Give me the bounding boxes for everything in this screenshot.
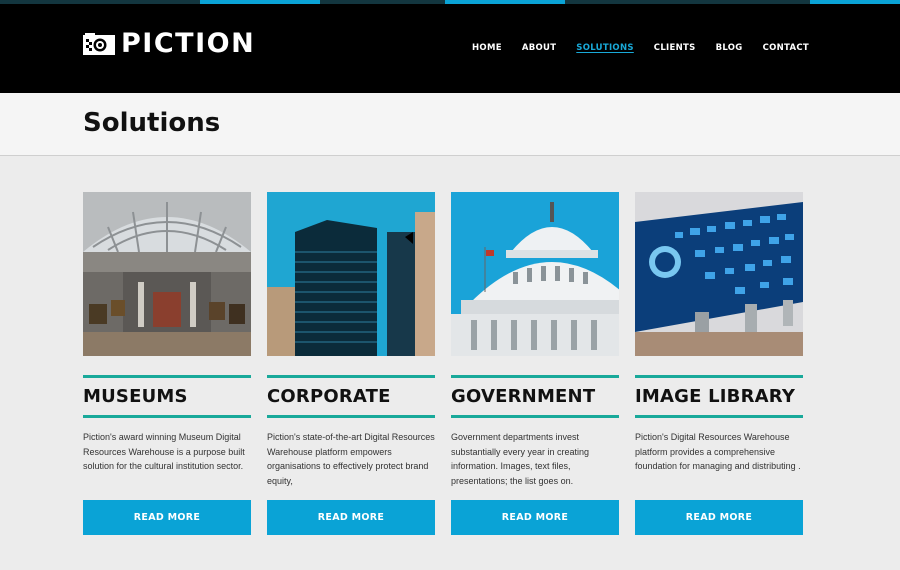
camera-icon xyxy=(83,33,115,55)
card-title: GOVERNMENT xyxy=(451,386,596,407)
nav-clients[interactable]: CLIENTS xyxy=(654,43,696,53)
main-nav: HOME ABOUT SOLUTIONS CLIENTS BLOG CONTAC… xyxy=(452,43,809,53)
read-more-button[interactable]: READ MORE xyxy=(83,500,251,535)
corporate-building-image[interactable] xyxy=(267,192,435,356)
solution-card-image-library: IMAGE LIBRARY Piction's Digital Resource… xyxy=(635,192,803,535)
read-more-button[interactable]: READ MORE xyxy=(451,500,619,535)
logo-wordmark: PICTION xyxy=(121,28,256,59)
solutions-grid: MUSEUMS Piction's award winning Museum D… xyxy=(83,192,803,542)
read-more-button[interactable]: READ MORE xyxy=(635,500,803,535)
solution-card-museums: MUSEUMS Piction's award winning Museum D… xyxy=(83,192,251,535)
nav-home[interactable]: HOME xyxy=(472,43,502,53)
solution-card-corporate: CORPORATE Piction's state-of-the-art Dig… xyxy=(267,192,435,535)
site-logo[interactable]: PICTION xyxy=(83,28,256,59)
page-title-band: Solutions xyxy=(0,93,900,156)
capitol-dome-image[interactable] xyxy=(451,192,619,356)
nav-about[interactable]: ABOUT xyxy=(522,43,556,53)
card-title-bar: IMAGE LIBRARY xyxy=(635,375,803,418)
card-title: CORPORATE xyxy=(267,386,391,407)
nav-solutions[interactable]: SOLUTIONS xyxy=(576,43,634,53)
card-title: IMAGE LIBRARY xyxy=(635,386,796,407)
card-title-bar: MUSEUMS xyxy=(83,375,251,418)
card-description: Piction's state-of-the-art Digital Resou… xyxy=(267,432,435,486)
solution-card-government: GOVERNMENT Government departments invest… xyxy=(451,192,619,535)
card-title-bar: CORPORATE xyxy=(267,375,435,418)
page-title: Solutions xyxy=(83,108,221,138)
card-title-bar: GOVERNMENT xyxy=(451,375,619,418)
read-more-button[interactable]: READ MORE xyxy=(267,500,435,535)
museum-gallery-image[interactable] xyxy=(83,192,251,356)
nav-contact[interactable]: CONTACT xyxy=(763,43,809,53)
card-description: Piction's Digital Resources Warehouse pl… xyxy=(635,432,801,471)
site-header: PICTION HOME ABOUT SOLUTIONS CLIENTS BLO… xyxy=(0,4,900,93)
card-title: MUSEUMS xyxy=(83,386,188,407)
card-description: Government departments invest substantia… xyxy=(451,432,590,486)
card-description: Piction's award winning Museum Digital R… xyxy=(83,432,245,471)
digital-wall-image[interactable] xyxy=(635,192,803,356)
nav-blog[interactable]: BLOG xyxy=(716,43,743,53)
